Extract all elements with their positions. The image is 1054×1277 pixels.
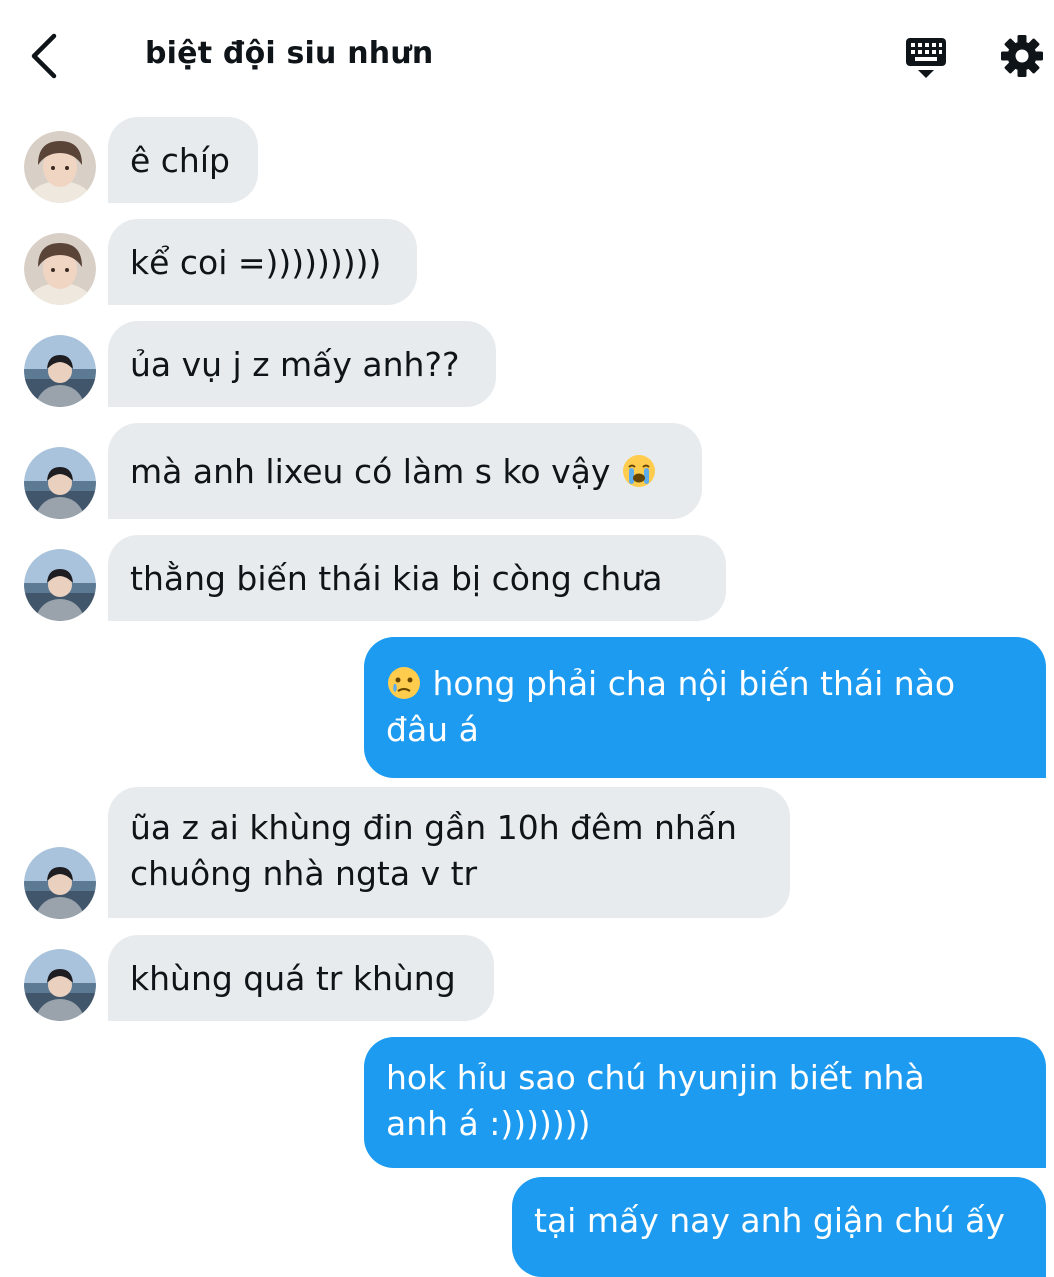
chat-header: biệt đội siu nhưn xyxy=(0,0,1054,112)
message-text: khùng quá tr khùng xyxy=(130,959,456,998)
avatar[interactable] xyxy=(24,549,96,621)
chevron-left-icon xyxy=(31,33,57,79)
gear-icon xyxy=(1001,35,1043,77)
message-bubble[interactable]: khùng quá tr khùng xyxy=(108,935,494,1021)
message-bubble[interactable]: mà anh lixeu có làm s ko vậy xyxy=(108,423,702,519)
keyboard-button[interactable] xyxy=(900,34,952,82)
message-bubble[interactable]: hong phải cha nội biến thái nào đâu á xyxy=(364,637,1046,778)
message-text: ủa vụ j z mấy anh?? xyxy=(130,345,460,384)
avatar[interactable] xyxy=(24,233,96,305)
avatar[interactable] xyxy=(24,447,96,519)
avatar-photo-friend-1 xyxy=(24,233,96,305)
avatar-photo-friend-2 xyxy=(24,847,96,919)
avatar-photo-friend-1 xyxy=(24,131,96,203)
message-text-line: đâu á xyxy=(386,710,479,749)
avatar-photo-friend-2 xyxy=(24,549,96,621)
message-bubble[interactable]: ê chíp xyxy=(108,117,258,203)
avatar[interactable] xyxy=(24,949,96,1021)
conversation-title[interactable]: biệt đội siu nhưn xyxy=(145,36,433,71)
settings-button[interactable] xyxy=(998,32,1046,80)
message-bubble[interactable]: kể coi =))))))))) xyxy=(108,219,417,305)
message-text-line: hong phải cha nội biến thái nào xyxy=(432,664,956,703)
message-text: tại mấy nay anh giận chú ấy xyxy=(534,1201,1005,1240)
avatar[interactable] xyxy=(24,131,96,203)
message-bubble[interactable]: tại mấy nay anh giận chú ấy xyxy=(512,1177,1046,1277)
avatar[interactable] xyxy=(24,335,96,407)
message-text: thằng biến thái kia bị còng chưa xyxy=(130,559,663,598)
message-bubble[interactable]: thằng biến thái kia bị còng chưa xyxy=(108,535,726,621)
avatar-photo-friend-2 xyxy=(24,335,96,407)
avatar-photo-friend-2 xyxy=(24,447,96,519)
message-text-line: anh á :))))))) xyxy=(386,1104,591,1143)
loudly-crying-face-icon xyxy=(622,455,655,487)
message-text-line: chuông nhà ngta v tr xyxy=(130,854,478,893)
message-bubble[interactable]: ủa vụ j z mấy anh?? xyxy=(108,321,496,407)
message-text: kể coi =))))))))) xyxy=(130,243,382,282)
avatar-photo-friend-2 xyxy=(24,949,96,1021)
avatar[interactable] xyxy=(24,847,96,919)
keyboard-icon xyxy=(906,38,946,78)
message-text: ê chíp xyxy=(130,141,230,180)
back-button[interactable] xyxy=(26,30,66,82)
message-text: mà anh lixeu có làm s ko vậy xyxy=(130,452,611,491)
message-text-line: hok hỉu sao chú hyunjin biết nhà xyxy=(386,1058,925,1097)
message-bubble[interactable]: ũa z ai khùng đin gần 10h đêm nhấn chuôn… xyxy=(108,787,790,918)
message-text-line: ũa z ai khùng đin gần 10h đêm nhấn xyxy=(130,808,737,847)
message-bubble[interactable]: hok hỉu sao chú hyunjin biết nhà anh á :… xyxy=(364,1037,1046,1168)
face-holding-back-tears-icon xyxy=(388,667,420,699)
